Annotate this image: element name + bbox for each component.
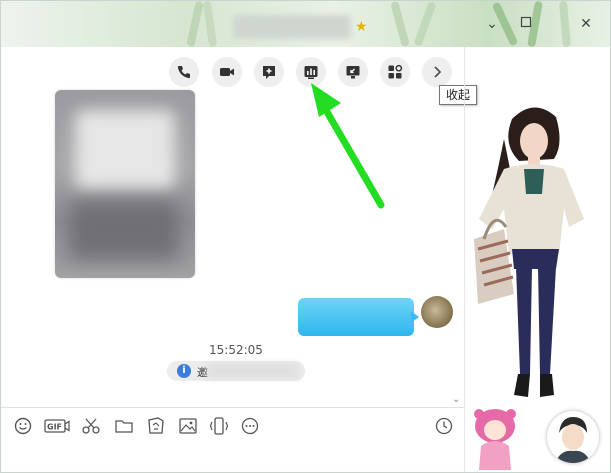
history-button[interactable] bbox=[434, 416, 456, 438]
notice-text-blurred bbox=[207, 363, 299, 379]
shake-icon bbox=[209, 417, 229, 435]
bamboo-decoration bbox=[413, 1, 437, 47]
folder-icon bbox=[115, 420, 133, 433]
info-icon: i bbox=[177, 364, 191, 378]
gif-icon: GIF bbox=[44, 419, 70, 433]
video-call-button[interactable] bbox=[212, 57, 242, 87]
fashion-figure-illustration bbox=[474, 107, 584, 397]
star-icon: ★ bbox=[355, 19, 368, 35]
more-tools-button[interactable] bbox=[240, 416, 262, 438]
emoji-button[interactable] bbox=[13, 416, 35, 438]
sticker-icon bbox=[148, 417, 164, 434]
chevron-right-icon bbox=[434, 66, 442, 78]
bamboo-decoration bbox=[186, 1, 204, 48]
chevron-down-icon[interactable]: ⌄ bbox=[452, 394, 460, 405]
bamboo-decoration bbox=[202, 1, 218, 48]
close-button[interactable]: ✕ bbox=[577, 15, 595, 33]
maximize-icon bbox=[520, 16, 532, 28]
input-divider[interactable] bbox=[1, 407, 464, 408]
plus-bubble-icon bbox=[263, 66, 275, 79]
avatar[interactable] bbox=[547, 411, 599, 463]
gif-label: GIF bbox=[47, 423, 62, 432]
video-camera-icon bbox=[220, 68, 234, 76]
bamboo-decoration bbox=[390, 1, 410, 48]
sticker-button[interactable] bbox=[146, 416, 168, 438]
message-timestamp: 15:52:05 bbox=[209, 343, 263, 357]
more-arrow-button[interactable] bbox=[422, 57, 452, 87]
bamboo-decoration bbox=[559, 1, 571, 48]
green-arrow-annotation bbox=[311, 83, 385, 209]
image-blurred-content bbox=[69, 200, 179, 260]
file-button[interactable] bbox=[114, 416, 136, 438]
title-bar[interactable]: ★ ⌄ ✕ bbox=[1, 1, 610, 48]
maximize-button[interactable] bbox=[517, 15, 535, 33]
sent-message-bubble[interactable] bbox=[298, 298, 414, 336]
minimize-button[interactable]: ⌄ bbox=[483, 15, 501, 33]
contact-name-blurred bbox=[233, 15, 351, 39]
bubble-tail bbox=[411, 311, 419, 323]
system-notice: i 邀 bbox=[167, 361, 305, 381]
add-chat-button[interactable] bbox=[254, 57, 284, 87]
history-clock-icon bbox=[435, 417, 453, 435]
image-button[interactable] bbox=[178, 416, 200, 438]
phone-icon bbox=[177, 66, 190, 79]
screenshot-button[interactable] bbox=[81, 416, 103, 438]
chat-window: ★ ⌄ ✕ 收起 15:52:05 i 邀 ⌄ GIF bbox=[0, 0, 611, 473]
avatar[interactable] bbox=[421, 296, 453, 328]
image-icon bbox=[179, 418, 197, 434]
scissors-icon bbox=[82, 418, 100, 434]
call-button[interactable] bbox=[169, 57, 199, 87]
shake-button[interactable] bbox=[209, 416, 231, 438]
avatar-illustration bbox=[555, 417, 591, 463]
more-icon bbox=[241, 417, 259, 435]
gif-button[interactable]: GIF bbox=[44, 416, 72, 438]
received-image-message[interactable] bbox=[55, 90, 195, 278]
chibi-character-illustration bbox=[474, 409, 516, 470]
image-blurred-content bbox=[75, 110, 175, 190]
smile-icon bbox=[14, 417, 32, 435]
